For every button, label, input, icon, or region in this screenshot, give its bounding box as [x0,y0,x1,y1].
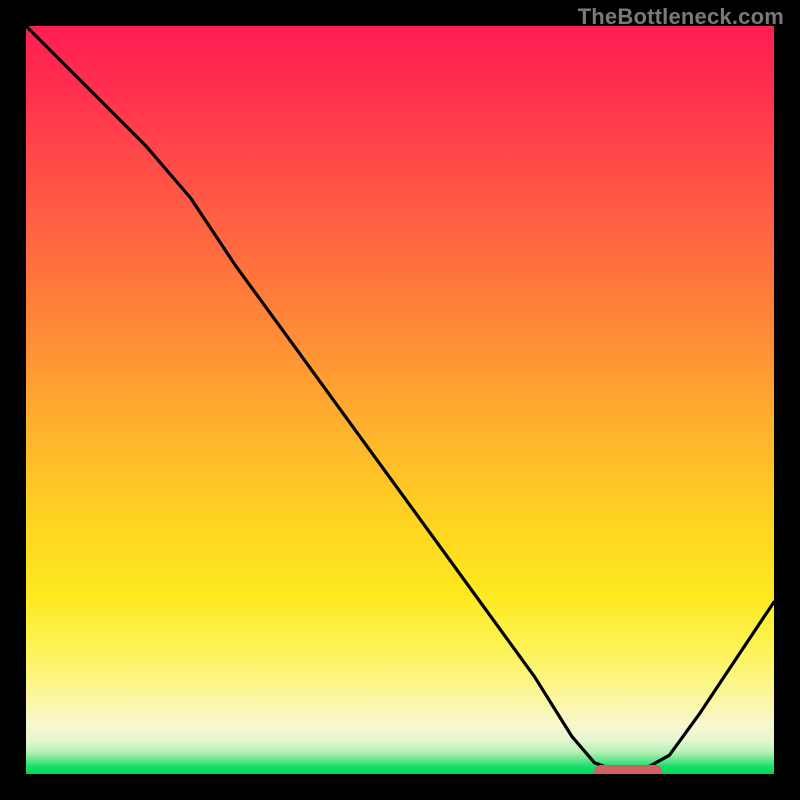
bottleneck-curve [26,26,774,774]
chart-canvas: TheBottleneck.com [0,0,800,800]
plot-area [26,26,774,774]
optimum-marker [594,765,661,774]
watermark-text: TheBottleneck.com [578,4,784,30]
